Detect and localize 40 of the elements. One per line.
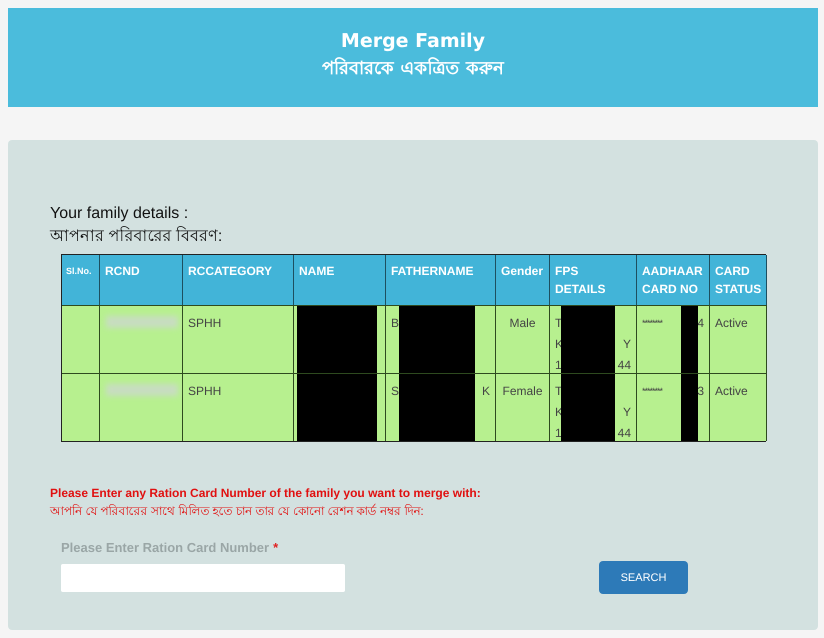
cell-text: Active — [715, 383, 748, 400]
field-label: Please Enter Ration Card Number * — [61, 540, 278, 555]
column-header: Gender — [496, 255, 550, 305]
cell-text: K — [482, 383, 490, 400]
search-button[interactable]: SEARCH — [599, 561, 688, 594]
ration-card-field[interactable] — [61, 564, 345, 592]
cell-text: ******** — [642, 385, 662, 398]
cell-text: Female — [502, 383, 542, 400]
cell-text: Active — [715, 315, 748, 332]
column-header: RCND — [100, 255, 183, 305]
cell-text: 44 — [618, 357, 631, 374]
section-heading: আপনার পরিবারের বিবরণ: — [50, 225, 222, 247]
cell-text: S — [391, 383, 400, 400]
cell-text: 44 — [618, 425, 631, 442]
cell-text: ******** — [642, 317, 662, 330]
cell-text: 3 — [697, 383, 704, 400]
cell-text: SPHH — [188, 315, 222, 332]
column-header: NAME — [294, 255, 386, 305]
page-title: Merge Family — [340, 30, 486, 52]
required-mark: * — [273, 540, 278, 555]
page-subtitle: পরিবারকে একত্রিত করুন — [322, 56, 504, 81]
cell-text: 1 — [555, 425, 562, 442]
cell-text: Male — [509, 315, 536, 332]
instruction-text: Please Enter any Ration Card Number of the family you want to merge with: — [50, 485, 481, 502]
column-header: RCCATEGORY — [183, 255, 294, 305]
cell-text: 4 — [697, 315, 704, 332]
cell-text: Y — [622, 336, 631, 353]
cell-text: Y — [622, 404, 631, 421]
cell-text: T — [555, 315, 562, 332]
column-header: CARD STATUS — [710, 255, 767, 305]
instruction-text: আপনি যে পরিবারের সাথে মিলিত হতে চান তার যে কোনো রেশন কার্ড নম্বর দিন: — [50, 502, 424, 520]
cell-text: B — [391, 315, 400, 332]
section-heading: Your family details : — [50, 204, 188, 224]
column-header: FATHERNAME — [386, 255, 496, 305]
cell-text: SPHH — [188, 383, 222, 400]
cell-text: T — [555, 383, 562, 400]
column-header: Sl.No. — [62, 255, 100, 305]
column-header: AADHAAR CARD NO — [637, 255, 710, 305]
column-header: FPS DETAILS — [550, 255, 637, 305]
cell-text: 1 — [555, 357, 562, 374]
